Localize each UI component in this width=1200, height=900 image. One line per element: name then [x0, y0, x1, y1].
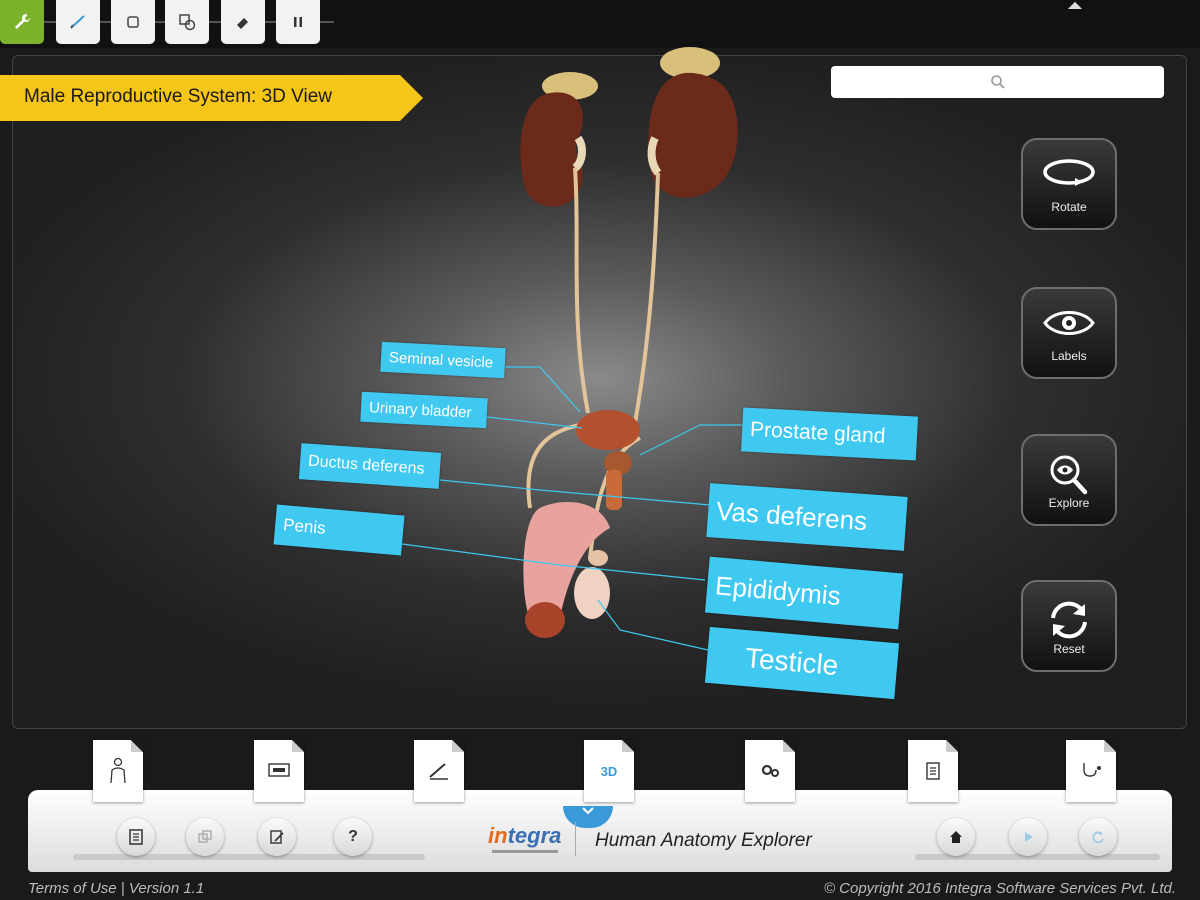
presentation-icon [268, 763, 290, 777]
rotate-button[interactable]: Rotate [1021, 138, 1117, 230]
tab-stethoscope[interactable] [1066, 740, 1116, 802]
help-button[interactable]: ? [334, 818, 372, 856]
tab-settings[interactable] [745, 740, 795, 802]
app-name: Human Anatomy Explorer [595, 830, 812, 851]
chevron-down-icon [582, 807, 594, 815]
help-label: ? [348, 828, 358, 845]
tab-3d[interactable]: 3D [584, 740, 634, 802]
edit-icon [270, 830, 284, 844]
home-button[interactable] [937, 818, 975, 856]
replay-icon [1092, 831, 1104, 844]
labels-label: Labels [1051, 349, 1087, 363]
tab-notes[interactable] [908, 740, 958, 802]
label-prostate-gland[interactable]: Prostate gland [740, 407, 919, 461]
footer-terms-version[interactable]: Terms of Use | Version 1.1 [28, 880, 204, 897]
edit-notes-button[interactable] [258, 818, 296, 856]
eye-icon [1043, 311, 1095, 335]
rotate-icon [1043, 159, 1095, 186]
logo-divider [575, 822, 576, 856]
play-icon [1025, 832, 1033, 842]
notes-icon [926, 762, 940, 780]
logo-tagline [492, 850, 558, 853]
replay-button[interactable] [1079, 818, 1117, 856]
copy-icon [198, 830, 212, 843]
play-button[interactable] [1009, 818, 1047, 856]
reset-button[interactable]: Reset [1021, 580, 1117, 672]
stethoscope-icon [1083, 763, 1101, 777]
magnifier-eye-icon [1050, 455, 1088, 495]
explore-button[interactable]: Explore [1021, 434, 1117, 526]
explore-label: Explore [1048, 496, 1090, 510]
home-icon [950, 831, 962, 843]
label-seminal-vesicle[interactable]: Seminal vesicle [380, 341, 506, 379]
left-shelf [73, 854, 425, 860]
footer-copyright: © Copyright 2016 Integra Software Servic… [823, 880, 1176, 897]
integra-logo: integra [488, 823, 562, 848]
refresh-icon [1051, 601, 1087, 639]
copy-button[interactable] [186, 818, 224, 856]
labels-button[interactable]: Labels [1021, 287, 1117, 379]
tab-presentation[interactable] [254, 740, 304, 802]
human-body-icon [110, 757, 126, 784]
tab-3d-label: 3D [600, 763, 618, 779]
draw-icon [429, 763, 448, 780]
gears-icon [761, 764, 779, 777]
reset-label: Reset [1053, 642, 1085, 656]
tab-body[interactable] [93, 740, 143, 802]
rotate-label: Rotate [1051, 200, 1087, 214]
tab-draw[interactable] [414, 740, 464, 802]
book-icon [129, 829, 143, 845]
book-button[interactable] [117, 818, 155, 856]
